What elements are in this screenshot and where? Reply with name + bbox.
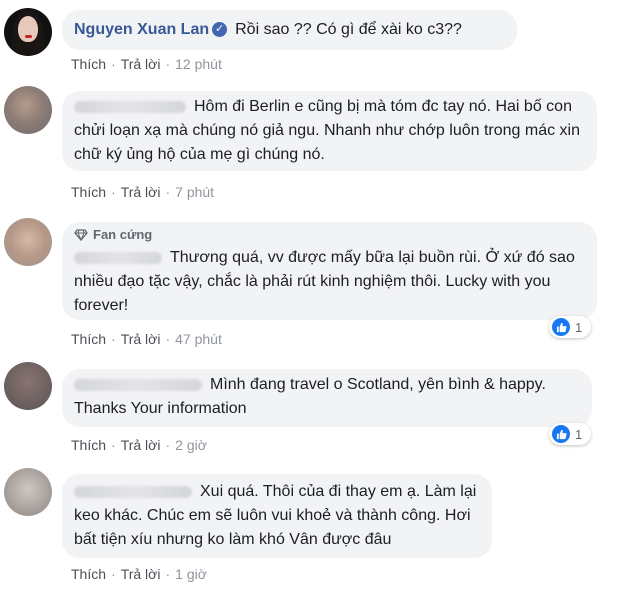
like-link[interactable]: Thích	[71, 184, 106, 200]
diamond-icon	[74, 229, 88, 241]
reaction-count: 1	[575, 426, 583, 442]
like-link[interactable]: Thích	[71, 56, 106, 72]
timestamp[interactable]: 1 giờ	[175, 566, 207, 582]
reply-link[interactable]: Trả lời	[121, 184, 161, 200]
avatar[interactable]	[4, 362, 52, 410]
avatar[interactable]	[4, 218, 52, 266]
reaction-badge[interactable]: 1	[549, 423, 591, 445]
avatar[interactable]	[4, 8, 52, 56]
comment-actions: Thích · Trả lời · 2 giờ	[71, 437, 207, 453]
author-name-blurred[interactable]	[74, 100, 186, 113]
reply-link[interactable]: Trả lời	[121, 566, 161, 582]
like-link[interactable]: Thích	[71, 566, 106, 582]
avatar[interactable]	[4, 468, 52, 516]
timestamp[interactable]: 2 giờ	[175, 437, 207, 453]
badge-label: Fan cứng	[93, 227, 153, 242]
reply-link[interactable]: Trả lời	[121, 331, 161, 347]
reply-link[interactable]: Trả lời	[121, 56, 161, 72]
comment-text: Rồi sao ?? Có gì để xài ko c3??	[235, 21, 462, 38]
reaction-count: 1	[575, 319, 583, 335]
avatar[interactable]	[4, 86, 52, 134]
author-name-blurred[interactable]	[74, 251, 162, 264]
comment-bubble: Xui quá. Thôi của đi thay em ạ. Làm lại …	[62, 474, 492, 558]
like-link[interactable]: Thích	[71, 437, 106, 453]
comment-actions: Thích · Trả lời · 47 phút	[71, 331, 222, 347]
comment-actions: Thích · Trả lời · 12 phút	[71, 56, 222, 72]
comment-bubble: Hôm đi Berlin e cũng bị mà tóm đc tay nó…	[62, 91, 597, 171]
reply-link[interactable]: Trả lời	[121, 437, 161, 453]
verified-check-icon: ✓	[212, 22, 228, 38]
comment-actions: Thích · Trả lời · 1 giờ	[71, 566, 207, 582]
author-name-blurred[interactable]	[74, 378, 202, 391]
timestamp[interactable]: 47 phút	[175, 331, 222, 347]
fan-badge: Fan cứng	[74, 226, 585, 244]
thumbs-up-icon	[552, 425, 570, 443]
comment-bubble: Nguyen Xuan Lan ✓ Rồi sao ?? Có gì để xài …	[62, 10, 517, 50]
comment-actions: Thích · Trả lời · 7 phút	[71, 184, 215, 200]
comment-bubble: Mình đang travel o Scotland, yên bình & …	[62, 369, 592, 427]
author-name[interactable]: Nguyen Xuan Lan	[74, 21, 209, 38]
reaction-badge[interactable]: 1	[549, 316, 591, 338]
thumbs-up-icon	[552, 318, 570, 336]
author-name-blurred[interactable]	[74, 485, 192, 498]
timestamp[interactable]: 7 phút	[175, 184, 214, 200]
timestamp[interactable]: 12 phút	[175, 56, 222, 72]
like-link[interactable]: Thích	[71, 331, 106, 347]
comment-bubble: Fan cứng Thương quá, vv được mấy bữa lại…	[62, 222, 597, 320]
